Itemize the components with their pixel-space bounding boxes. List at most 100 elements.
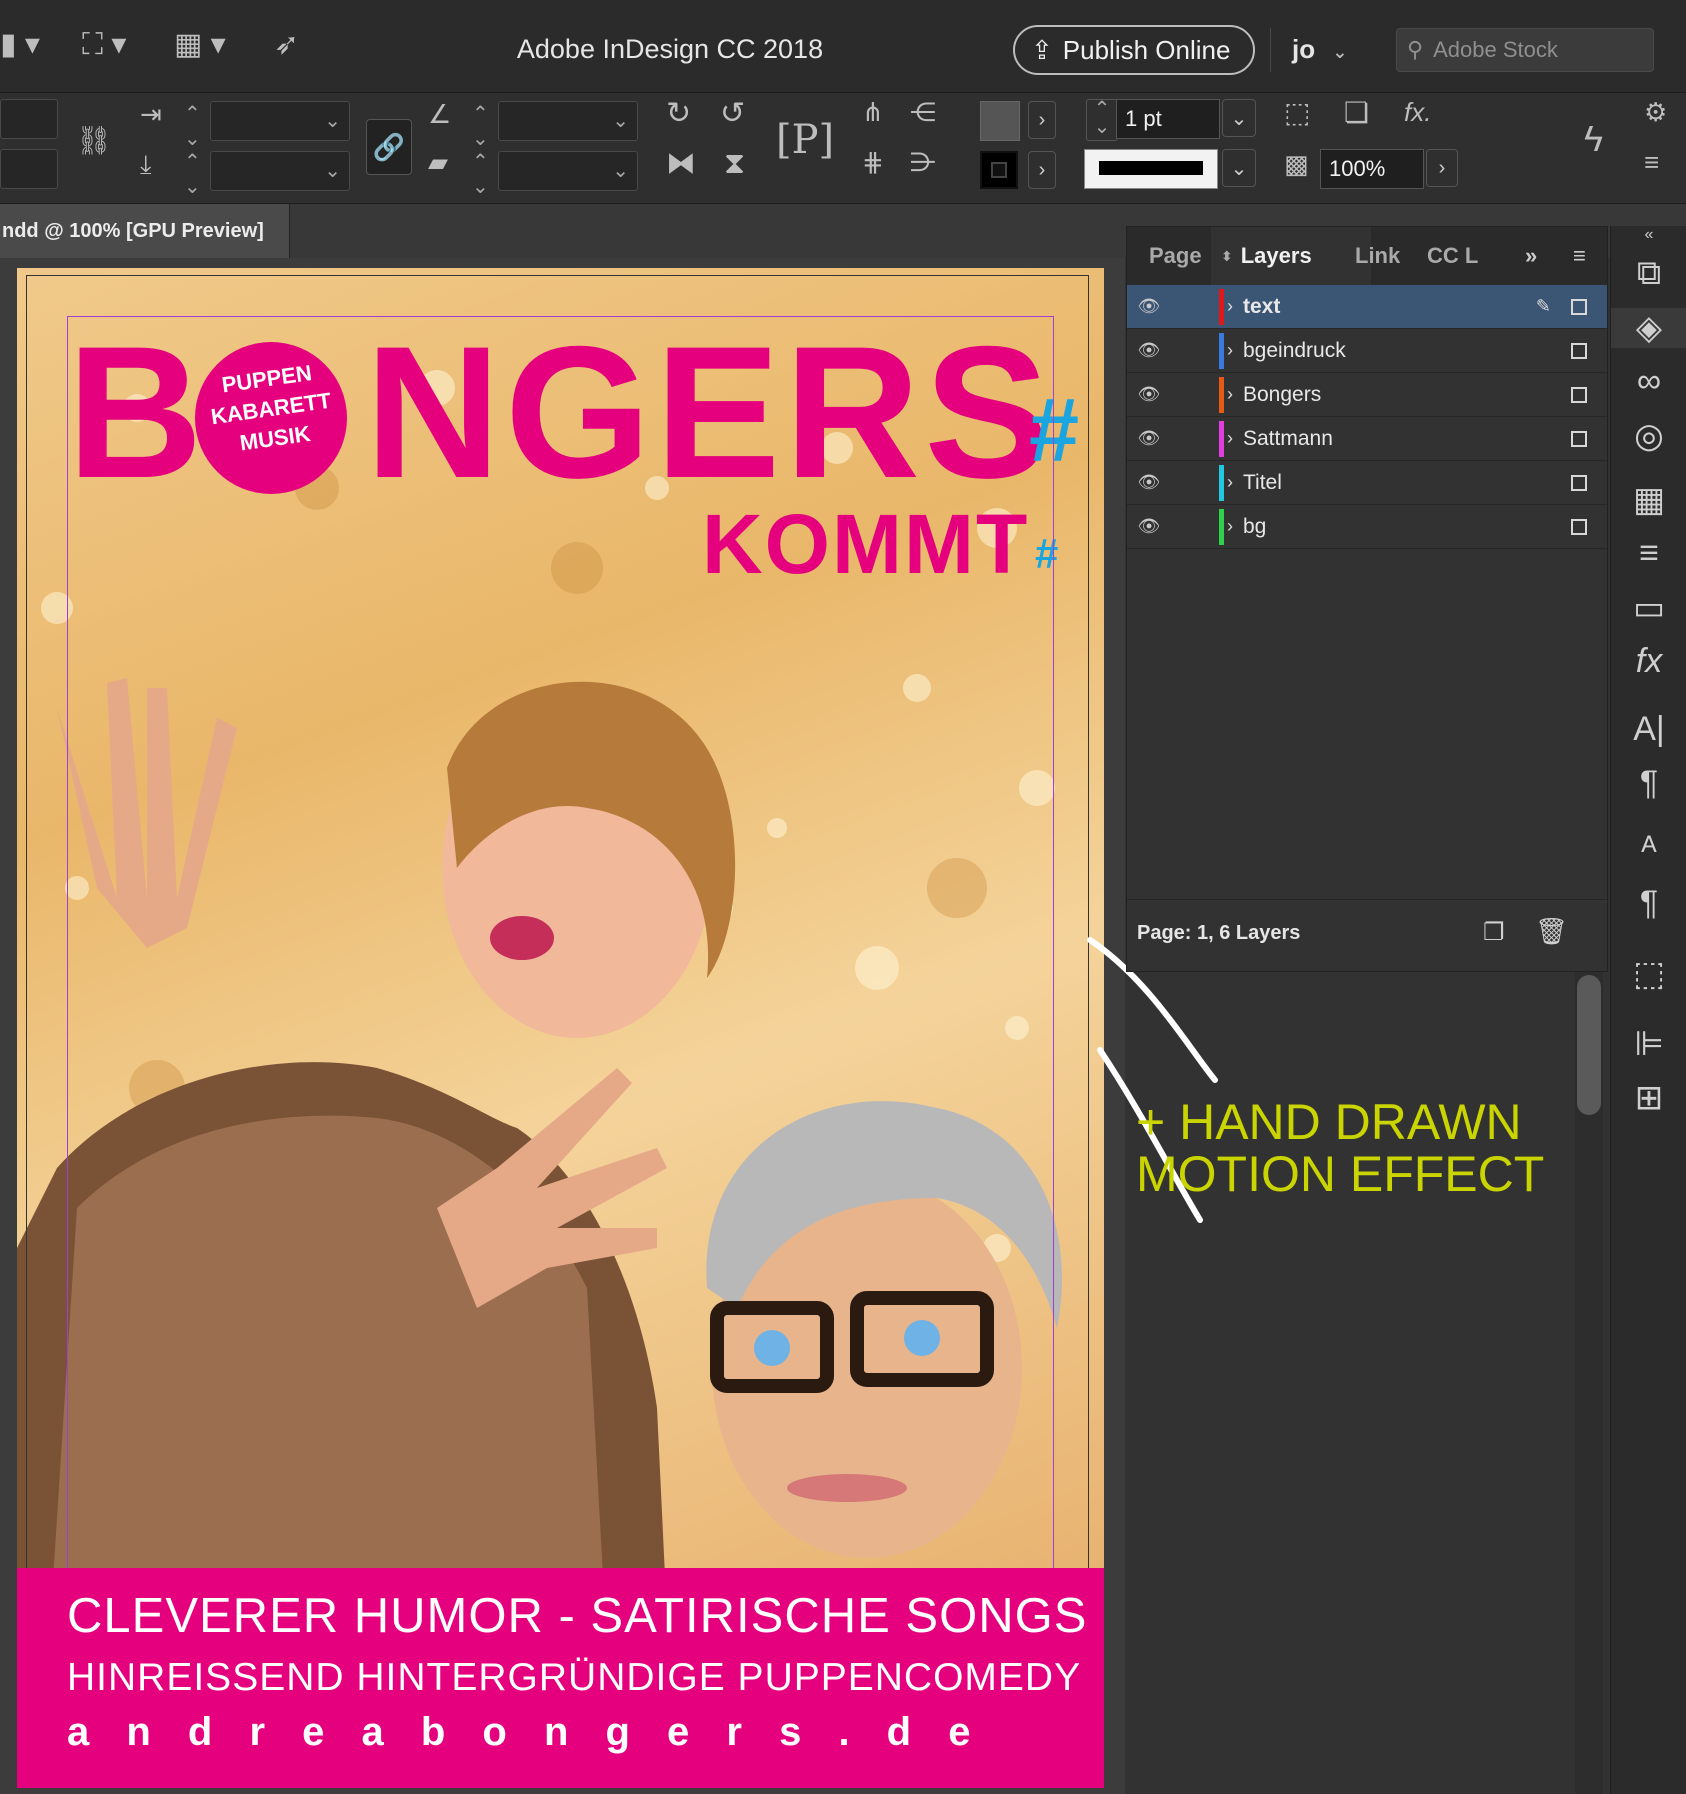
character-styles-icon[interactable]: ᴬ bbox=[1611, 830, 1686, 869]
chevron-down-icon[interactable]: ⌄ bbox=[324, 158, 341, 183]
auto-fit-icon[interactable]: ⬚ bbox=[1284, 99, 1310, 127]
target-square[interactable] bbox=[1571, 386, 1587, 403]
select-previous-icon[interactable]: ⋲ bbox=[910, 99, 936, 125]
select-content-icon[interactable]: ⋕ bbox=[862, 149, 884, 175]
visibility-eye-icon[interactable]: 👁 bbox=[1127, 296, 1171, 317]
rotate-ccw-icon[interactable]: ↺ bbox=[720, 99, 745, 129]
tab-layers[interactable]: ⬍ Layers bbox=[1211, 227, 1371, 285]
user-menu[interactable]: jo ⌄ bbox=[1292, 34, 1347, 65]
effects-panel-icon[interactable]: fx bbox=[1611, 642, 1686, 681]
scale-x-field[interactable]: ⌄ bbox=[210, 101, 350, 141]
stroke-weight-stepper[interactable]: ⌃ ⌄ bbox=[1086, 99, 1118, 141]
layers-panel: Page ⬍ Layers Link CC L » ≡ 👁 › text ✎ 👁 … bbox=[1126, 226, 1608, 972]
gradient-panel-icon[interactable]: ▭ bbox=[1611, 588, 1686, 628]
panel-menu-icon[interactable]: ≡ bbox=[1573, 227, 1586, 285]
opacity-field[interactable]: 100% bbox=[1320, 149, 1424, 189]
paragraph-styles-icon[interactable]: ¶ bbox=[1611, 884, 1686, 923]
fill-swatch[interactable] bbox=[980, 101, 1020, 141]
chevron-down-icon[interactable]: ⌄ bbox=[324, 108, 341, 133]
visibility-eye-icon[interactable]: 👁 bbox=[1127, 340, 1171, 361]
select-next-icon[interactable]: ⋺ bbox=[910, 149, 936, 175]
y-field[interactable] bbox=[0, 149, 58, 189]
trash-icon[interactable]: 🗑 bbox=[1535, 916, 1568, 947]
layer-row[interactable]: 👁 › text ✎ bbox=[1127, 285, 1607, 329]
poster-page[interactable]: B PUPPEN KABARETT MUSIK NGERS # KOMMT # … bbox=[17, 268, 1104, 1788]
scrollbar-thumb[interactable] bbox=[1577, 975, 1601, 1115]
layer-row[interactable]: 👁 › Sattmann bbox=[1127, 417, 1607, 461]
drop-shadow-icon[interactable]: ❏ bbox=[1344, 99, 1369, 127]
target-square[interactable] bbox=[1571, 298, 1587, 315]
target-square[interactable] bbox=[1571, 430, 1587, 447]
stroke-panel-icon[interactable]: ≡ bbox=[1611, 534, 1686, 573]
pasteboard-note[interactable]: + HAND DRAWN MOTION EFFECT bbox=[1136, 1096, 1544, 1200]
visibility-eye-icon[interactable]: 👁 bbox=[1127, 516, 1171, 537]
rotate-cw-icon[interactable]: ↻ bbox=[666, 99, 691, 129]
layer-row[interactable]: 👁 › Bongers bbox=[1127, 373, 1607, 417]
reference-point-icon[interactable]: [P] bbox=[776, 117, 834, 163]
effects-fx-icon[interactable]: fx. bbox=[1404, 99, 1431, 125]
more-tabs-icon[interactable]: » bbox=[1525, 227, 1537, 285]
layer-name: Bongers bbox=[1243, 382, 1322, 406]
tab-links[interactable]: Link bbox=[1355, 227, 1400, 285]
x-field[interactable] bbox=[0, 99, 58, 139]
tab-pages[interactable]: Page bbox=[1149, 227, 1202, 285]
tab-cc-libraries[interactable]: CC L bbox=[1427, 227, 1478, 285]
object-styles-icon[interactable]: ⬚ bbox=[1611, 954, 1686, 994]
layer-row[interactable]: 👁 › bg bbox=[1127, 505, 1607, 549]
scale-y-field[interactable]: ⌄ bbox=[210, 151, 350, 191]
layer-row[interactable]: 👁 › bgeindruck bbox=[1127, 329, 1607, 373]
expand-chevron-icon[interactable]: › bbox=[1227, 472, 1233, 493]
publish-online-button[interactable]: ⇪ Publish Online bbox=[1013, 25, 1255, 75]
expand-chevron-icon[interactable]: › bbox=[1227, 340, 1233, 361]
rotate-stepper[interactable]: ⌃ ⌄ bbox=[472, 101, 489, 151]
scale-y-stepper[interactable]: ⌃ ⌄ bbox=[184, 149, 201, 199]
transform-panel-icon[interactable]: ⊞ bbox=[1611, 1078, 1686, 1118]
stroke-swatch[interactable] bbox=[980, 151, 1018, 189]
expand-chevron-icon[interactable]: › bbox=[1227, 384, 1233, 405]
target-square[interactable] bbox=[1571, 474, 1587, 491]
paragraph-panel-icon[interactable]: ¶ bbox=[1611, 764, 1686, 803]
visibility-eye-icon[interactable]: 👁 bbox=[1127, 472, 1171, 493]
links-panel-icon[interactable]: ∞ bbox=[1611, 362, 1686, 401]
stroke-weight-field[interactable]: 1 pt bbox=[1116, 99, 1220, 139]
select-container-icon[interactable]: ⋔ bbox=[862, 99, 884, 125]
layer-row[interactable]: 👁 › Titel bbox=[1127, 461, 1607, 505]
expand-chevron-icon[interactable]: › bbox=[1227, 516, 1233, 537]
target-square[interactable] bbox=[1571, 342, 1587, 359]
expand-chevron-icon[interactable]: › bbox=[1227, 428, 1233, 449]
layers-panel-icon[interactable]: ◈ bbox=[1611, 308, 1686, 348]
rotate-field[interactable]: ⌄ bbox=[498, 101, 638, 141]
expand-chevron-icon[interactable]: › bbox=[1227, 296, 1233, 317]
flip-horizontal-icon[interactable]: ⧓ bbox=[666, 149, 696, 179]
control-panel-menu-icon[interactable]: ≡ bbox=[1644, 149, 1659, 175]
opacity-menu-button[interactable]: › bbox=[1426, 149, 1458, 187]
pages-panel-icon[interactable]: ⧉ bbox=[1611, 254, 1686, 293]
link-scale-button[interactable]: 🔗 bbox=[366, 119, 412, 175]
shear-stepper[interactable]: ⌃ ⌄ bbox=[472, 149, 489, 199]
collapse-dock-icon[interactable]: « bbox=[1611, 226, 1686, 244]
constrain-proportions-icon[interactable]: ⛓ bbox=[76, 127, 112, 155]
visibility-eye-icon[interactable]: 👁 bbox=[1127, 384, 1171, 405]
swatches-panel-icon[interactable]: ▦ bbox=[1611, 480, 1686, 520]
align-panel-icon[interactable]: ⊫ bbox=[1611, 1024, 1686, 1064]
document-tab[interactable]: ndd @ 100% [GPU Preview] bbox=[0, 204, 290, 258]
character-panel-icon[interactable]: A| bbox=[1611, 710, 1686, 749]
gear-icon[interactable]: ⚙ bbox=[1644, 99, 1667, 125]
target-square[interactable] bbox=[1571, 518, 1587, 535]
stroke-weight-dropdown[interactable]: ⌄ bbox=[1222, 99, 1256, 137]
stroke-type-field[interactable] bbox=[1084, 149, 1218, 189]
quick-apply-icon[interactable]: ϟ bbox=[1584, 121, 1603, 157]
chevron-down-icon[interactable]: ⌄ bbox=[612, 158, 629, 183]
stroke-menu-button[interactable]: › bbox=[1028, 151, 1056, 189]
visibility-eye-icon[interactable]: 👁 bbox=[1127, 428, 1171, 449]
flip-vertical-icon[interactable]: ⧗ bbox=[724, 149, 745, 179]
new-layer-icon[interactable]: ❐ bbox=[1483, 918, 1505, 947]
stroke-type-dropdown[interactable]: ⌄ bbox=[1222, 149, 1256, 187]
fill-menu-button[interactable]: › bbox=[1028, 101, 1056, 139]
chevron-down-icon[interactable]: ⌄ bbox=[612, 108, 629, 133]
layer-color-swatch bbox=[1219, 333, 1224, 369]
cc-libraries-icon[interactable]: ◎ bbox=[1611, 416, 1686, 456]
shear-field[interactable]: ⌄ bbox=[498, 151, 638, 191]
scale-x-stepper[interactable]: ⌃ ⌄ bbox=[184, 101, 201, 151]
adobe-stock-search[interactable]: ⚲ Adobe Stock bbox=[1396, 28, 1654, 72]
